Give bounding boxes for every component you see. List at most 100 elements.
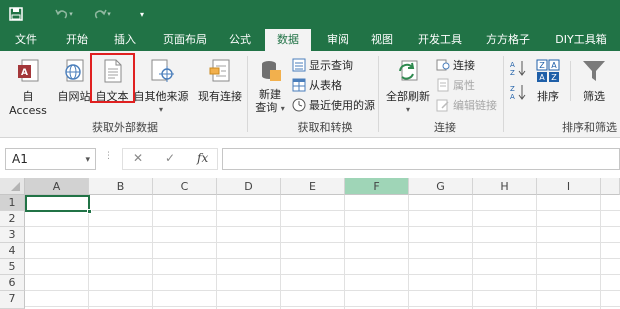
svg-text:Z: Z (551, 73, 557, 82)
from-access-label: 自 Access (9, 90, 47, 117)
save-icon[interactable] (6, 4, 26, 24)
tab-page-layout[interactable]: 页面布局 (156, 29, 214, 51)
tab-data[interactable]: 数据 (265, 29, 311, 51)
connections-icon (436, 58, 450, 72)
row-header-7[interactable]: 7 (0, 291, 25, 309)
existing-connections-label: 现有连接 (198, 90, 242, 103)
row-header-2[interactable]: 2 (0, 211, 25, 227)
column-header-e[interactable]: E (281, 178, 345, 195)
title-bar: ▾ ▾ ▾ (0, 0, 620, 29)
cell-area[interactable] (25, 195, 620, 309)
tab-developer[interactable]: 开发工具 (410, 29, 470, 51)
undo-dropdown-icon[interactable]: ▾ (66, 4, 76, 24)
name-box-value: A1 (12, 152, 28, 166)
group-separator (570, 61, 571, 101)
from-access-button[interactable]: A 自 Access (2, 57, 54, 117)
group-separator (247, 56, 248, 132)
enter-icon[interactable]: ✓ (165, 151, 175, 165)
show-queries-label: 显示查询 (309, 58, 353, 72)
table-icon (292, 78, 306, 92)
properties-icon (436, 78, 450, 92)
worksheet-grid: A B C D E F G H I 1 2 3 4 5 6 7 (0, 178, 620, 309)
group-separator (378, 56, 379, 132)
refresh-all-label: 全部刷新 (386, 90, 430, 103)
group-label-get-and-transform: 获取和转换 (297, 121, 353, 134)
show-queries-icon (292, 58, 306, 72)
sort-descending-button[interactable]: ZA (508, 83, 528, 101)
column-header-a[interactable]: A (25, 178, 89, 195)
group-label-connections: 连接 (434, 121, 456, 134)
from-web-label: 自网站 (57, 90, 91, 103)
tab-review[interactable]: 审阅 (318, 29, 358, 51)
column-header-d[interactable]: D (217, 178, 281, 195)
ribbon-data: A 自 Access 自网站 自文本 自其他来源 ▾ 现有连接 获取外部数据 新 (0, 51, 620, 138)
sort-button[interactable]: ZAAZ 排序 (530, 57, 566, 105)
new-query-label-line2: 查询 (255, 101, 278, 114)
annotation-highlight-box (90, 53, 135, 103)
tab-formulas[interactable]: 公式 (220, 29, 260, 51)
insert-function-icon[interactable]: fx (197, 151, 208, 165)
refresh-all-button[interactable]: 全部刷新 ▾ (382, 57, 434, 117)
recent-sources-label: 最近使用的源 (309, 98, 375, 112)
clock-icon (292, 98, 306, 112)
existing-connections-icon (194, 57, 246, 88)
filter-button[interactable]: 筛选 (574, 57, 614, 105)
edit-links-icon (436, 98, 450, 112)
customize-qat-icon[interactable]: ▾ (136, 4, 148, 24)
from-web-button[interactable]: 自网站 (56, 57, 92, 105)
svg-text:A: A (510, 93, 515, 101)
chevron-down-icon: ▾ (158, 105, 163, 114)
tab-home[interactable]: 开始 (56, 29, 98, 51)
sort-descending-icon: ZA (508, 83, 528, 104)
tab-file[interactable]: 文件 (6, 29, 46, 51)
redo-dropdown-icon[interactable]: ▾ (104, 4, 114, 24)
connections-button[interactable]: 连接 (436, 56, 475, 73)
select-all-corner[interactable] (0, 178, 25, 195)
access-icon: A (2, 57, 54, 88)
tab-diy-toolbox[interactable]: DIY工具箱 (546, 29, 616, 51)
svg-text:A: A (551, 61, 557, 70)
group-label-get-external-data: 获取外部数据 (92, 121, 158, 134)
tab-view[interactable]: 视图 (362, 29, 402, 51)
column-header-f[interactable]: F (345, 178, 409, 195)
show-queries-button[interactable]: 显示查询 (292, 56, 353, 73)
ribbon-tabs: 文件 开始 插入 页面布局 公式 数据 审阅 视图 开发工具 方方格子 DIY工… (0, 29, 620, 51)
svg-text:Z: Z (510, 69, 515, 77)
more-options-icon[interactable]: ⋮ (104, 151, 113, 161)
column-header-g[interactable]: G (409, 178, 473, 195)
chevron-down-icon[interactable]: ▾ (85, 150, 90, 170)
properties-button[interactable]: 属性 (436, 76, 475, 93)
name-box[interactable]: A1 ▾ (5, 148, 96, 170)
tab-insert[interactable]: 插入 (104, 29, 146, 51)
row-header-4[interactable]: 4 (0, 243, 25, 259)
tab-ffcell[interactable]: 方方格子 (478, 29, 538, 51)
other-sources-icon (132, 57, 190, 88)
formula-action-buttons: ✕ ✓ fx (122, 148, 218, 170)
from-table-button[interactable]: 从表格 (292, 76, 342, 93)
formula-input[interactable] (222, 148, 620, 170)
column-header-h[interactable]: H (473, 178, 537, 195)
fill-handle[interactable] (87, 209, 92, 214)
row-header-3[interactable]: 3 (0, 227, 25, 243)
cancel-icon[interactable]: ✕ (133, 151, 143, 165)
column-header-j[interactable] (601, 178, 620, 195)
active-cell-a1[interactable] (25, 195, 90, 212)
edit-links-button[interactable]: 编辑链接 (436, 96, 497, 113)
connections-label: 连接 (453, 58, 475, 72)
chevron-down-icon: ▾ (280, 104, 285, 113)
new-query-label-line1: 新建 (259, 88, 281, 101)
column-header-c[interactable]: C (153, 178, 217, 195)
row-header-5[interactable]: 5 (0, 259, 25, 275)
row-header-1[interactable]: 1 (0, 195, 25, 211)
column-header-b[interactable]: B (89, 178, 153, 195)
recent-sources-button[interactable]: 最近使用的源 (292, 96, 375, 113)
formula-bar: A1 ▾ ⋮ ✕ ✓ fx (0, 139, 620, 177)
new-query-button[interactable]: 新建 查询 ▾ (250, 57, 290, 117)
row-header-6[interactable]: 6 (0, 275, 25, 291)
group-label-sort-and-filter: 排序和筛选 (562, 121, 617, 134)
sort-ascending-button[interactable]: AZ (508, 59, 528, 77)
svg-text:A: A (510, 61, 515, 69)
existing-connections-button[interactable]: 现有连接 (194, 57, 246, 105)
column-header-i[interactable]: I (537, 178, 601, 195)
from-other-sources-button[interactable]: 自其他来源 ▾ (132, 57, 190, 117)
